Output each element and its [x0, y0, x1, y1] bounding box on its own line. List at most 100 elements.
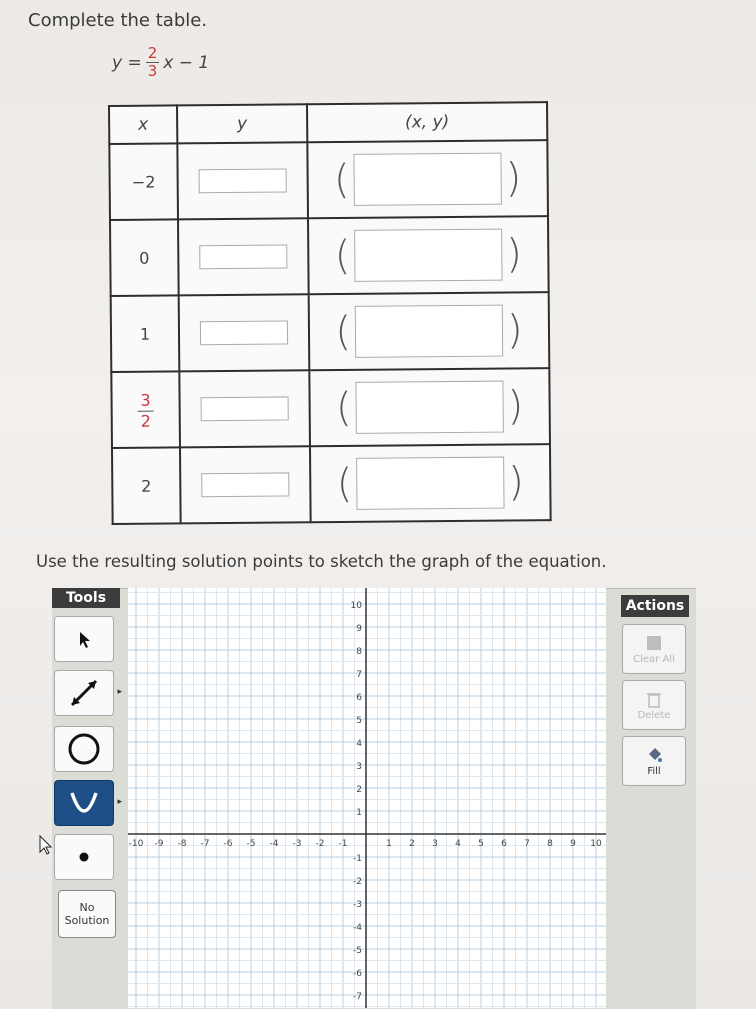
tick-label: -5 — [353, 946, 362, 956]
tick-label: -6 — [224, 839, 233, 849]
tick-label: 8 — [356, 647, 362, 657]
circle-tool[interactable] — [54, 726, 114, 772]
xy-cell: ( ) — [309, 368, 550, 447]
fill-label: Fill — [647, 765, 661, 777]
y-input[interactable] — [201, 472, 290, 498]
tick-label: 5 — [356, 716, 362, 726]
tick-label: -9 — [155, 839, 164, 849]
y-cell — [178, 294, 310, 372]
clear-all-label: Clear All — [633, 653, 675, 665]
open-paren: ( — [336, 460, 353, 508]
line-tool[interactable]: ▸ — [54, 670, 122, 716]
equation-rhs: x − 1 — [163, 52, 210, 73]
equation-fraction: 2 3 — [145, 44, 160, 80]
open-paren: ( — [333, 156, 350, 204]
y-input[interactable] — [199, 244, 288, 270]
y-input[interactable] — [199, 320, 289, 346]
values-table: x y (x, y) −2 ( ) 0 ( ) 1 ( ) 3 2 () 2 … — [108, 101, 552, 525]
instruction-title: Complete the table. — [28, 10, 208, 31]
x-value: 2 — [111, 447, 181, 524]
tick-label: 3 — [356, 762, 362, 772]
equation-lhs: y = — [112, 52, 142, 73]
xy-cell: ( ) — [309, 444, 551, 523]
fill-button[interactable]: Fill — [622, 736, 686, 786]
tick-label: 6 — [501, 839, 507, 849]
tick-label: -3 — [293, 839, 302, 849]
table-row: 1 ( ) — [110, 292, 550, 372]
table-row: 2 ( ) — [111, 444, 551, 524]
table-row: 3 2 ( ) — [111, 368, 550, 448]
clear-all-button[interactable]: Clear All — [622, 624, 686, 674]
line-arrow-icon — [70, 679, 98, 707]
tick-label: 1 — [386, 839, 392, 849]
y-cell — [177, 142, 308, 220]
close-paren: ) — [506, 307, 523, 354]
tick-label: 9 — [570, 839, 576, 849]
y-input[interactable] — [198, 168, 287, 194]
tick-label: -3 — [353, 900, 362, 910]
tick-label: 10 — [590, 839, 602, 849]
pointer-tool[interactable] — [54, 616, 114, 662]
fraction-numerator: 3 — [137, 390, 154, 412]
x-value: 3 2 — [111, 371, 180, 448]
tick-label: -2 — [316, 839, 325, 849]
tick-label: 9 — [356, 624, 362, 634]
xy-input[interactable] — [355, 380, 504, 434]
y-cell — [178, 218, 309, 296]
tick-label: 7 — [356, 670, 362, 680]
xy-input[interactable] — [353, 152, 502, 206]
xy-cell: ( ) — [307, 216, 549, 295]
tick-label: -8 — [178, 839, 187, 849]
open-paren: ( — [335, 384, 352, 432]
tick-label: 7 — [524, 839, 530, 849]
tick-label: -6 — [353, 969, 362, 979]
xy-input[interactable] — [356, 456, 505, 510]
equation: y = 2 3 x − 1 — [112, 46, 209, 79]
tick-label: -5 — [247, 839, 256, 849]
submenu-caret-icon: ▸ — [117, 797, 122, 807]
tools-label: Tools — [52, 588, 120, 608]
graph-canvas[interactable]: -10 -9 -8 -7 -6 -5 -4 -3 -2 -1 1 2 3 4 5 6 7 8 9 10 10 9 8 7 6 5 4… — [128, 588, 606, 1008]
tick-label: 6 — [356, 693, 362, 703]
tick-label: -1 — [339, 839, 348, 849]
arrow-cursor-icon — [80, 632, 90, 648]
tick-label: -2 — [353, 877, 362, 887]
tick-label: 2 — [409, 839, 415, 849]
table-row: 0 ( ) — [110, 216, 549, 296]
tick-label: -7 — [353, 992, 362, 1002]
close-paren: ) — [507, 383, 524, 430]
xy-input[interactable] — [354, 304, 504, 358]
y-cell — [179, 446, 311, 524]
xy-input[interactable] — [354, 228, 503, 282]
tick-label: 4 — [356, 739, 362, 749]
tick-label: -7 — [201, 839, 210, 849]
y-cell — [179, 370, 310, 448]
tick-label: 10 — [351, 601, 363, 611]
tick-label: 8 — [547, 839, 553, 849]
mouse-cursor-icon — [39, 834, 53, 855]
tick-label: 5 — [478, 839, 484, 849]
paint-bucket-icon — [649, 747, 662, 762]
header-y: y — [177, 104, 308, 144]
delete-button[interactable]: Delete — [622, 680, 686, 730]
delete-label: Delete — [637, 709, 671, 721]
coordinate-grid[interactable]: -10 -9 -8 -7 -6 -5 -4 -3 -2 -1 1 2 3 4 5 6 7 8 9 10 10 9 8 7 6 5 4… — [128, 588, 606, 1008]
y-input[interactable] — [200, 396, 289, 422]
close-paren: ) — [506, 231, 523, 278]
no-solution-button[interactable]: No Solution — [58, 890, 116, 938]
parabola-tool[interactable]: ▸ — [54, 780, 122, 826]
trash-icon — [647, 692, 661, 708]
dot-icon — [79, 852, 89, 862]
xy-cell: ( ) — [307, 140, 548, 219]
x-value: 0 — [110, 219, 179, 296]
tick-label: 1 — [356, 808, 362, 818]
point-tool[interactable] — [54, 834, 114, 880]
fraction-numerator: 2 — [145, 44, 160, 63]
no-solution-line1: No — [79, 901, 95, 914]
submenu-caret-icon: ▸ — [117, 687, 122, 697]
xy-cell: ( ) — [308, 292, 550, 371]
fraction-denominator: 3 — [147, 62, 158, 80]
tick-label: 4 — [455, 839, 461, 849]
table-row: −2 ( ) — [109, 140, 548, 220]
circle-icon — [68, 733, 100, 765]
